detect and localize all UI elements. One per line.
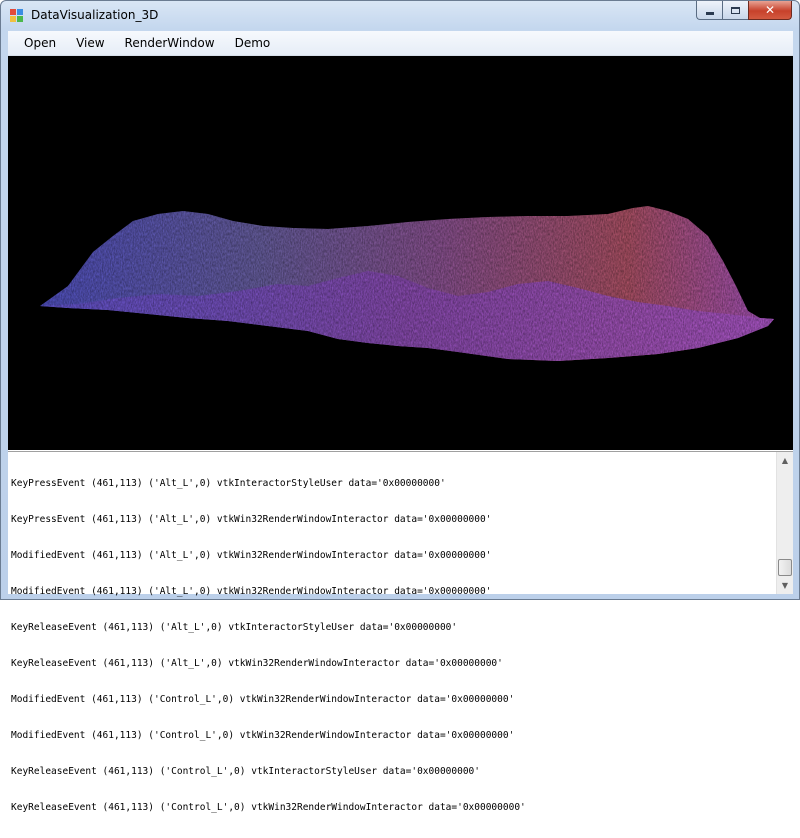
log-line: KeyPressEvent (461,113) ('Alt_L',0) vtkI… [11,478,446,489]
app-window-icon[interactable] [10,9,24,23]
event-log-textbox[interactable]: KeyPressEvent (461,113) ('Alt_L',0) vtkI… [8,451,793,813]
caption-buttons: ✕ [696,1,792,21]
terrain-texture [40,206,774,361]
scroll-up-arrow-icon[interactable]: ▲ [777,452,793,469]
scroll-down-arrow-icon[interactable]: ▼ [777,577,793,594]
minimize-button[interactable] [696,1,722,20]
app-window: DataVisualization_3D ✕ Open View RenderW… [0,0,800,813]
menu-renderwindow[interactable]: RenderWindow [115,31,225,55]
menu-view[interactable]: View [66,31,114,55]
log-vertical-scrollbar[interactable]: ▲ ▼ [776,452,793,594]
title-bar[interactable]: DataVisualization_3D ✕ [1,1,799,31]
window-title: DataVisualization_3D [31,8,159,22]
terrain-surface-render [40,206,774,361]
log-line: KeyReleaseEvent (461,113) ('Control_L',0… [11,766,480,777]
menu-open[interactable]: Open [14,31,66,55]
log-line: KeyReleaseEvent (461,113) ('Alt_L',0) vt… [11,622,458,633]
log-line: KeyReleaseEvent (461,113) ('Alt_L',0) vt… [11,658,503,669]
log-line: KeyReleaseEvent (461,113) ('Control_L',0… [11,802,526,813]
log-line: ModifiedEvent (461,113) ('Control_L',0) … [11,730,515,741]
maximize-icon [731,6,740,14]
maximize-button[interactable] [722,1,748,20]
menu-demo[interactable]: Demo [225,31,281,55]
client-area: Open View RenderWindow Demo KeyPressEven… [8,31,793,813]
event-log-lines: KeyPressEvent (461,113) ('Alt_L',0) vtkI… [11,454,771,838]
log-line: ModifiedEvent (461,113) ('Control_L',0) … [11,694,515,705]
close-button[interactable]: ✕ [748,1,792,20]
minimize-icon [705,11,714,15]
scroll-thumb[interactable] [778,559,792,576]
vtk-render-window[interactable] [8,56,793,450]
menu-bar: Open View RenderWindow Demo [8,31,793,56]
log-line: ModifiedEvent (461,113) ('Alt_L',0) vtkW… [11,586,492,597]
log-line: ModifiedEvent (461,113) ('Alt_L',0) vtkW… [11,550,492,561]
log-line: KeyPressEvent (461,113) ('Alt_L',0) vtkW… [11,514,492,525]
close-icon: ✕ [764,3,776,17]
